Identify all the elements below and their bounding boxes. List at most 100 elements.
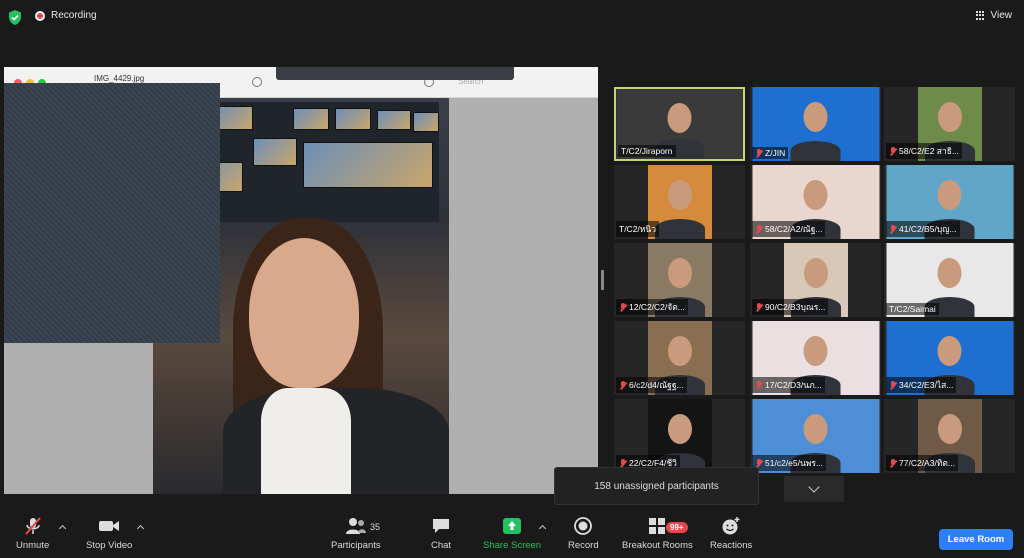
participant-tile[interactable]: 6/c2/d4/ณัฐฐ...: [614, 321, 745, 395]
chat-label: Chat: [430, 540, 452, 551]
microphone-muted-icon: [889, 380, 897, 390]
unmute-label: Unmute: [16, 540, 50, 551]
participant-face: [803, 335, 828, 366]
record-button[interactable]: Record: [568, 516, 599, 551]
participant-name: Z/JIN: [765, 148, 786, 158]
participant-face: [667, 413, 692, 444]
participant-tile[interactable]: 90/C2/B3บุณร...: [750, 243, 881, 317]
participant-face: [667, 335, 692, 366]
video-camera-icon: [98, 516, 120, 536]
participant-name: 17/C2/D3/นภ...: [765, 380, 822, 390]
scarf-shape: [261, 388, 351, 494]
participant-tile[interactable]: Z/JIN: [750, 87, 881, 161]
participant-nameplate: T/C2/หนิว: [616, 221, 659, 237]
participant-tile[interactable]: 12/C2/C2/จัต...: [614, 243, 745, 317]
top-bar: Recording View: [0, 0, 1024, 34]
microphone-muted-icon: [755, 224, 763, 234]
participant-tile[interactable]: 22/C2/F4/ชีวิ: [614, 399, 745, 473]
participant-tile[interactable]: 51/c2/e5/นพร...: [750, 399, 881, 473]
participant-face: [937, 101, 962, 132]
participant-nameplate: 58/C2/E2 สาธิ...: [886, 143, 963, 159]
breakout-rooms-badge: 99+: [666, 522, 688, 533]
microphone-muted-icon: [619, 302, 627, 312]
audio-options-caret-icon[interactable]: [58, 524, 67, 533]
participant-nameplate: 12/C2/C2/จัต...: [616, 299, 688, 315]
microphone-muted-icon: [22, 516, 44, 536]
participant-tile[interactable]: T/C2/หนิว: [614, 165, 745, 239]
participant-name: 34/C2/E3/ไส...: [899, 380, 954, 390]
participant-face: [803, 101, 828, 132]
participant-shoulders: [790, 141, 841, 161]
participant-face: [667, 179, 692, 210]
participant-nameplate: 90/C2/B3บุณร...: [752, 299, 829, 315]
participant-tile[interactable]: T/C2/Jiraporn: [614, 87, 745, 161]
participant-name: 77/C2/A3/ทิต...: [899, 458, 956, 468]
leave-room-label: Leave Room: [947, 534, 1005, 545]
participant-nameplate: 58/C2/A2/ณัฐ...: [752, 221, 826, 237]
microphone-muted-icon: [755, 302, 763, 312]
recording-label: Recording: [51, 10, 97, 21]
participant-name: T/C2/Saimai: [889, 304, 936, 314]
participant-nameplate: 17/C2/D3/นภ...: [752, 377, 825, 393]
gallery-grid-icon: [975, 10, 986, 21]
participant-face: [667, 103, 692, 133]
participant-tile[interactable]: 58/C2/E2 สาธิ...: [884, 87, 1015, 161]
participant-tile[interactable]: 17/C2/D3/นภ...: [750, 321, 881, 395]
record-label: Record: [568, 540, 599, 551]
participant-tile[interactable]: T/C2/Saimai: [884, 243, 1015, 317]
face-shape: [249, 238, 359, 388]
shared-screen[interactable]: IMG_4429.jpg Search: [4, 67, 598, 494]
stop-video-button[interactable]: Stop Video: [86, 516, 132, 551]
chevron-down-icon: [808, 481, 820, 493]
participant-nameplate: 6/c2/d4/ณัฐฐ...: [616, 377, 687, 393]
leave-room-button[interactable]: Leave Room: [939, 529, 1013, 550]
participant-tile[interactable]: 41/C2/B5/บุญ...: [884, 165, 1015, 239]
security-shield-icon[interactable]: [7, 9, 23, 26]
participant-nameplate: Z/JIN: [752, 147, 789, 159]
participant-nameplate: T/C2/Jiraporn: [618, 145, 676, 157]
microphone-muted-icon: [619, 380, 627, 390]
share-screen-icon: [501, 516, 523, 536]
participant-face: [937, 257, 962, 288]
redacted-overlay: [4, 83, 220, 343]
unmute-button[interactable]: Unmute: [16, 516, 49, 551]
participant-face: [937, 413, 962, 444]
participants-count: 35: [370, 522, 381, 532]
reactions-smiley-icon: [720, 516, 742, 536]
participant-face: [937, 179, 962, 210]
participant-nameplate: 34/C2/E3/ไส...: [886, 377, 957, 393]
recording-dot-icon: [35, 10, 45, 21]
microphone-muted-icon: [889, 224, 897, 234]
participant-tile[interactable]: 77/C2/A3/ทิต...: [884, 399, 1015, 473]
recording-indicator[interactable]: Recording: [35, 10, 97, 21]
share-screen-button[interactable]: Share Screen: [483, 516, 541, 551]
microphone-muted-icon: [889, 458, 897, 468]
unassigned-participants-tooltip: 158 unassigned participants: [554, 467, 759, 505]
participant-face: [803, 257, 828, 288]
chat-button[interactable]: Chat: [430, 516, 452, 551]
participants-label: Participants: [331, 540, 381, 551]
participant-nameplate: 77/C2/A3/ทิต...: [886, 455, 959, 471]
participant-face: [667, 257, 692, 288]
participant-name: 90/C2/B3บุณร...: [765, 302, 826, 312]
zoom-icon: [252, 77, 262, 87]
view-button[interactable]: View: [975, 10, 1013, 21]
panel-resize-handle[interactable]: [601, 270, 604, 290]
participant-tile[interactable]: 58/C2/A2/ณัฐ...: [750, 165, 881, 239]
participant-name: 58/C2/E2 สาธิ...: [899, 146, 960, 156]
participants-icon: [345, 516, 367, 536]
microphone-muted-icon: [889, 146, 897, 156]
participant-name: 12/C2/C2/จัต...: [629, 302, 685, 312]
gallery-next-page-button[interactable]: [784, 476, 844, 502]
record-icon: [572, 516, 594, 536]
stop-video-label: Stop Video: [86, 540, 133, 551]
participant-name: 6/c2/d4/ณัฐฐ...: [629, 380, 684, 390]
participant-tile[interactable]: 34/C2/E3/ไส...: [884, 321, 1015, 395]
gallery-view: T/C2/Jiraporn Z/JIN 58/C2/E2 สาธิ... T/C2/ห…: [614, 87, 1016, 473]
participant-name: T/C2/Jiraporn: [621, 146, 673, 156]
video-options-caret-icon[interactable]: [136, 524, 145, 533]
file-name: IMG_4429.jpg: [94, 74, 145, 83]
reactions-button[interactable]: Reactions: [710, 516, 752, 551]
sharing-control-bar[interactable]: [276, 67, 514, 80]
view-label: View: [990, 10, 1013, 21]
